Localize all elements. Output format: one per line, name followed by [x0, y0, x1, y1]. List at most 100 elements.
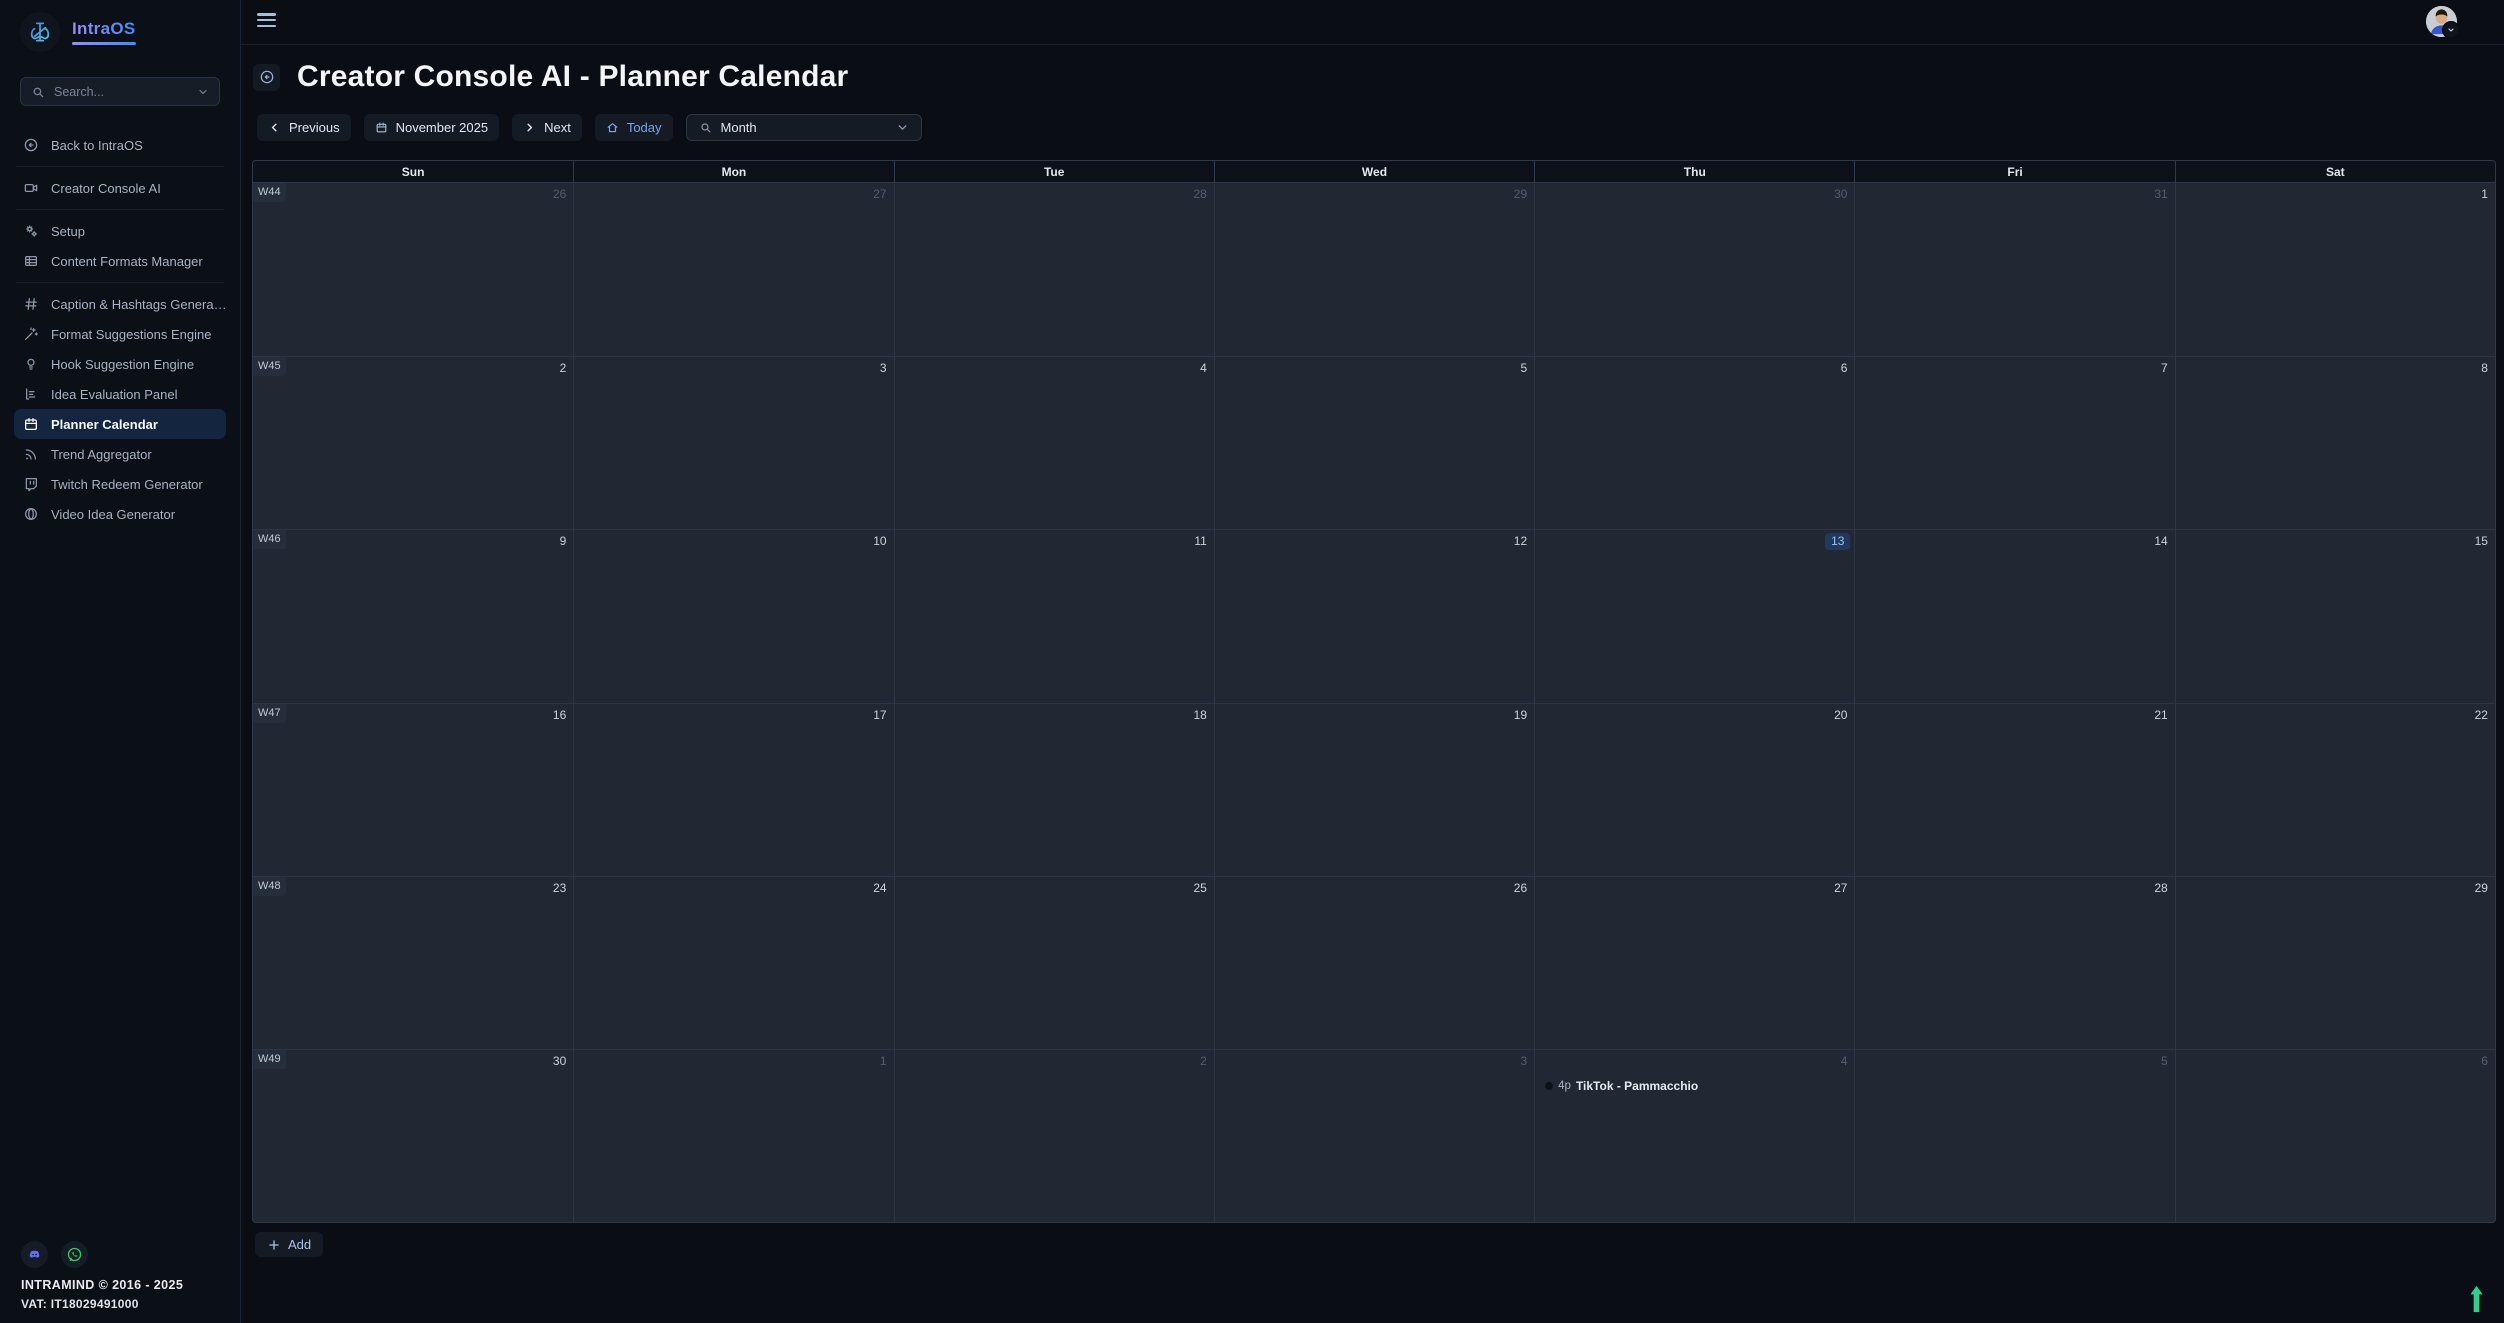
- calendar-cell[interactable]: W48 23: [253, 876, 573, 1049]
- calendar-cell[interactable]: 21: [1854, 703, 2174, 876]
- calendar-cell[interactable]: 31: [1854, 183, 2174, 357]
- calendar-cell[interactable]: 27: [1534, 876, 1854, 1049]
- next-button[interactable]: Next: [512, 114, 582, 141]
- calendar-cell[interactable]: 15: [2174, 530, 2495, 703]
- sidebar-item-back-to-intraos[interactable]: Back to IntraOS: [14, 130, 226, 160]
- event-dot-icon: [1545, 1082, 1554, 1091]
- calendar-cell[interactable]: 10: [573, 530, 893, 703]
- date-number: 21: [2154, 707, 2168, 722]
- calendar-cell[interactable]: 12: [1213, 530, 1534, 703]
- date-number: 7: [2161, 361, 2168, 376]
- search-input[interactable]: Search...: [20, 77, 220, 106]
- date-number: 20: [1834, 707, 1848, 722]
- sidebar-item-video-idea-generator[interactable]: Video Idea Generator: [14, 499, 226, 529]
- sidebar-item-trend-aggregator[interactable]: Trend Aggregator: [14, 439, 226, 469]
- calendar-cell[interactable]: 30: [1534, 183, 1854, 357]
- add-button[interactable]: Add: [255, 1232, 324, 1257]
- calendar-cell[interactable]: 18: [893, 703, 1214, 876]
- event-title: TikTok - Pammacchio: [1575, 1078, 1699, 1093]
- calendar-cell[interactable]: W46 9: [253, 530, 573, 702]
- calendar-cell[interactable]: 25: [893, 876, 1214, 1049]
- week-number-badge: W48: [253, 876, 286, 896]
- calendar-cell[interactable]: 5: [1213, 357, 1534, 530]
- date-number: 29: [2474, 880, 2488, 895]
- calendar-cell[interactable]: 7: [1854, 357, 2174, 530]
- app-logo[interactable]: IntraOS: [0, 0, 240, 52]
- date-number: 15: [2474, 534, 2488, 549]
- date-number: 14: [2154, 534, 2168, 549]
- sidebar-item-creator-console-ai[interactable]: Creator Console AI: [14, 173, 226, 203]
- app-name-underline: [72, 42, 136, 45]
- calendar-cell[interactable]: 27: [573, 183, 893, 357]
- calendar-day-headers: Sun Mon Tue Wed Thu Fri Sat: [253, 161, 2495, 183]
- calendar-cell[interactable]: 1: [573, 1049, 893, 1222]
- calendar-cell[interactable]: 13: [1534, 530, 1854, 703]
- calendar-cell[interactable]: 4 4p TikTok - Pammacchio: [1534, 1049, 1854, 1222]
- calendar-cell[interactable]: 24: [573, 876, 893, 1049]
- sidebar-item-idea-evaluation-panel[interactable]: Idea Evaluation Panel: [14, 379, 226, 409]
- sidebar-item-content-formats-manager[interactable]: Content Formats Manager: [14, 246, 226, 276]
- calendar-cell[interactable]: 17: [573, 703, 893, 876]
- user-avatar[interactable]: [2426, 6, 2460, 39]
- calendar-cell[interactable]: W44 26: [253, 183, 573, 356]
- sidebar-item-label: Planner Calendar: [51, 416, 158, 432]
- calendar-cell[interactable]: 28: [1854, 876, 2174, 1049]
- calendar-cell[interactable]: 28: [893, 183, 1214, 357]
- calendar-event[interactable]: 4p TikTok - Pammacchio: [1545, 1079, 1848, 1094]
- calendar-cell[interactable]: 6: [2174, 1049, 2495, 1222]
- calendar-cell[interactable]: 29: [2174, 876, 2495, 1049]
- date-number: 10: [873, 534, 887, 549]
- sidebar-item-format-suggestions-engine[interactable]: Format Suggestions Engine: [14, 319, 226, 349]
- calendar-cell[interactable]: 11: [893, 530, 1214, 703]
- hamburger-icon[interactable]: [257, 13, 276, 30]
- calendar-cell[interactable]: 4: [893, 357, 1214, 530]
- sidebar-item-hook-suggestion-engine[interactable]: Hook Suggestion Engine: [14, 349, 226, 379]
- calendar-cell[interactable]: 8: [2174, 357, 2495, 530]
- sidebar-item-setup[interactable]: Setup: [14, 216, 226, 246]
- app-name: IntraOS: [72, 19, 136, 38]
- rss-icon: [23, 446, 39, 462]
- calendar-cell[interactable]: W45 2: [253, 357, 573, 529]
- calendar-cell[interactable]: 14: [1854, 530, 2174, 703]
- today-label: Today: [626, 120, 662, 135]
- sidebar-item-label: Hook Suggestion Engine: [51, 356, 195, 372]
- calendar-cell[interactable]: 22: [2174, 703, 2495, 876]
- calendar-cell[interactable]: 26: [1213, 876, 1534, 1049]
- previous-button[interactable]: Previous: [257, 114, 351, 141]
- calendar-cell[interactable]: 19: [1213, 703, 1534, 876]
- sidebar-item-planner-calendar[interactable]: Planner Calendar: [14, 409, 226, 439]
- calendar-cell[interactable]: 3: [573, 357, 893, 530]
- calendar-cell[interactable]: 20: [1534, 703, 1854, 876]
- current-month-button[interactable]: November 2025: [363, 114, 500, 141]
- sidebar-item-caption-hashtags-genera[interactable]: Caption & Hashtags Genera…: [14, 289, 227, 319]
- view-select[interactable]: Month: [685, 114, 922, 141]
- calendar-cell[interactable]: 5: [1854, 1049, 2174, 1222]
- calendar-grid: Sun Mon Tue Wed Thu Fri Sat W44 26 27 28 29 30 31 1 W4…: [252, 160, 2496, 1223]
- calendar-cell[interactable]: W49 30: [253, 1049, 573, 1222]
- event-time: 4p: [1558, 1079, 1571, 1092]
- back-button[interactable]: [253, 63, 280, 91]
- sidebar-nav: Back to IntraOS Creator Console AI Setup Co…: [14, 130, 227, 529]
- discord-icon[interactable]: [21, 1241, 48, 1268]
- lightbulb-icon: [23, 356, 39, 372]
- calendar-cell[interactable]: 2: [893, 1049, 1214, 1222]
- date-number: 4: [1200, 361, 1207, 376]
- twitch-icon: [23, 476, 39, 492]
- magic-wand-icon: [23, 326, 39, 342]
- arrow-up-icon[interactable]: [2468, 1285, 2485, 1313]
- date-number: 30: [1834, 187, 1848, 201]
- calendar-cell[interactable]: 3: [1213, 1049, 1534, 1222]
- today-button[interactable]: Today: [594, 114, 673, 141]
- topbar: [241, 0, 2504, 45]
- nav-divider: [16, 166, 224, 167]
- date-number: 9: [559, 534, 567, 549]
- sidebar-item-twitch-redeem-generator[interactable]: Twitch Redeem Generator: [14, 469, 226, 499]
- calendar-cell[interactable]: 6: [1534, 357, 1854, 530]
- date-number: 16: [552, 707, 567, 722]
- calendar-cell[interactable]: 29: [1213, 183, 1534, 357]
- whatsapp-icon[interactable]: [61, 1241, 88, 1268]
- calendar-cell[interactable]: W47 16: [253, 703, 573, 876]
- home-icon: [606, 121, 619, 134]
- calendar-cell[interactable]: 1: [2174, 183, 2495, 357]
- nav-divider: [16, 282, 224, 283]
